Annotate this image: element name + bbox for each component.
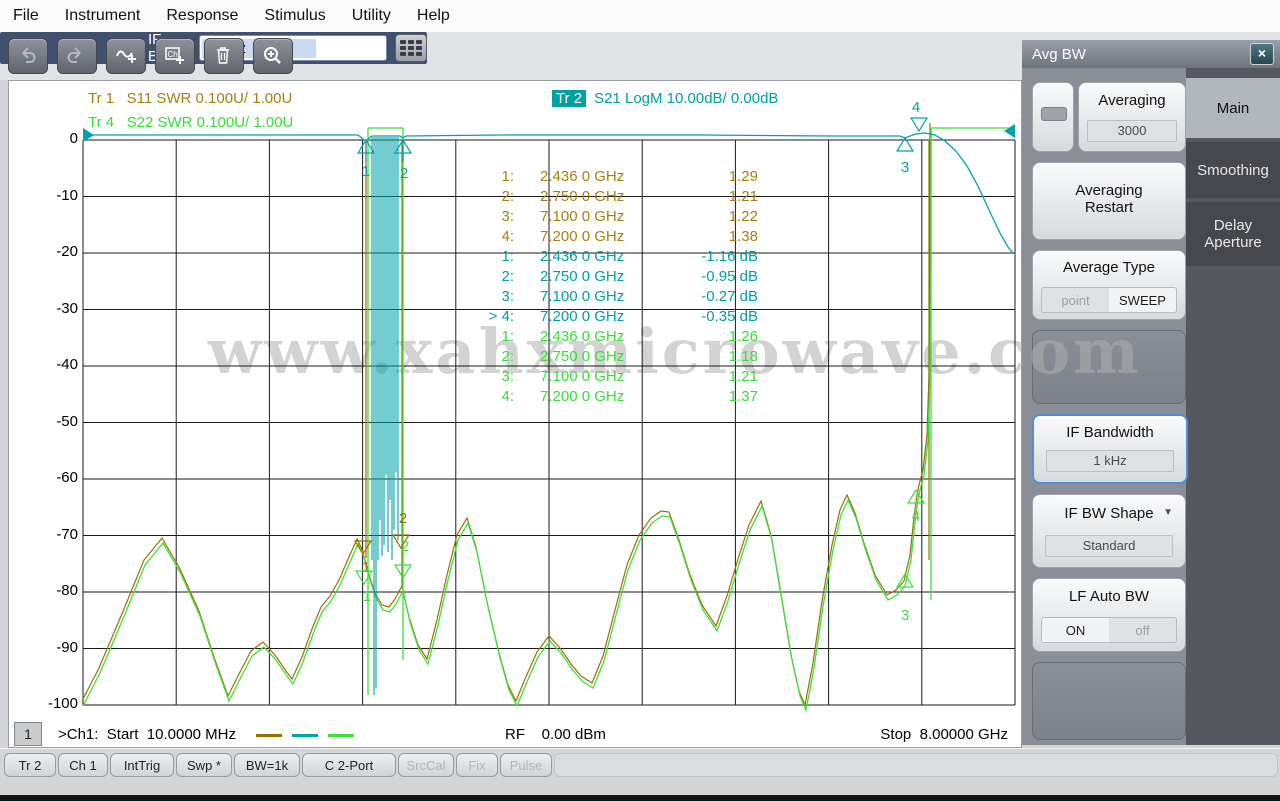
status-pulse[interactable]: Pulse <box>500 753 552 777</box>
y-tick-label: -10 <box>56 186 78 204</box>
panel-tab-column: Main Smoothing Delay Aperture <box>1186 68 1280 745</box>
averaging-button[interactable]: Averaging 3000 <box>1078 82 1186 152</box>
lf-auto-bw-button[interactable]: LF Auto BW ON off <box>1032 578 1186 652</box>
if-bw-shape-value: Standard <box>1045 535 1173 557</box>
menu-instrument[interactable]: Instrument <box>52 0 154 31</box>
status-ch-1[interactable]: Ch 1 <box>58 753 108 777</box>
channel-rf-text: RF 0.00 dBm <box>505 726 606 743</box>
panel-title: Avg BW <box>1032 45 1086 63</box>
tab-main[interactable]: Main <box>1186 78 1280 138</box>
blank-slot-2 <box>1032 662 1186 740</box>
marker-readout-row: 4: 7.200 0 GHz 1.37 <box>501 388 758 405</box>
y-tick-label: 0 <box>69 130 78 147</box>
trace1-line-sample <box>256 734 282 737</box>
lf-auto-bw-on[interactable]: ON <box>1042 618 1109 642</box>
zoom-icon[interactable] <box>253 38 293 74</box>
menu-bar: File Instrument Response Stimulus Utility Hel… <box>0 0 1280 32</box>
menu-stimulus[interactable]: Stimulus <box>251 0 338 31</box>
avg-bw-panel: Avg BW × Main Smoothing Delay Aperture A… <box>1022 40 1280 745</box>
undo-icon[interactable] <box>8 38 48 74</box>
trace4-line-sample <box>328 734 354 737</box>
menu-help[interactable]: Help <box>404 0 463 31</box>
trace4-legend[interactable]: Tr 4 S22 SWR 0.100U/ 1.00U <box>88 114 293 131</box>
average-type-sweep[interactable]: SWEEP <box>1109 288 1176 312</box>
y-tick-label: -40 <box>56 356 78 373</box>
active-trace-badge: Tr 2 <box>552 90 587 107</box>
status-empty-field <box>554 753 1278 777</box>
average-type-point[interactable]: point <box>1042 288 1109 312</box>
marker-readout-row: 2: 2.750 0 GHz 1.18 <box>501 348 758 365</box>
marker-readout-row: 3: 7.100 0 GHz 1.21 <box>501 368 758 385</box>
status-swp-[interactable]: Swp * <box>176 753 232 777</box>
status-bar: Tr 2 Ch 1 IntTrig Swp * BW=1k C 2-Port SrcCal F… <box>0 748 1280 802</box>
status-srccal[interactable]: SrcCal <box>398 753 454 777</box>
trace2-line-sample <box>292 734 318 737</box>
chevron-down-icon: ▼ <box>1163 507 1173 518</box>
marker-readout-row: 3: 7.100 0 GHz 1.22 <box>501 208 758 225</box>
tab-delay-aperture[interactable]: Delay Aperture <box>1186 202 1280 266</box>
marker-readout-row: 1: 2.436 0 GHz 1.29 <box>501 168 758 185</box>
y-tick-label: -100 <box>47 695 78 712</box>
channel-stop-text: Stop 8.00000 GHz <box>880 726 1008 743</box>
marker-readout-row: 4: 7.200 0 GHz 1.38 <box>501 228 758 245</box>
averaging-restart-button[interactable]: Averaging Restart <box>1032 162 1186 240</box>
trace1-legend[interactable]: Tr 1 S11 SWR 0.100U/ 1.00U <box>88 90 292 107</box>
y-tick-label: -60 <box>56 469 78 486</box>
blank-slot-1 <box>1032 330 1186 404</box>
average-type-button[interactable]: Average Type point SWEEP <box>1032 250 1186 320</box>
panel-header: Avg BW × <box>1022 40 1280 68</box>
window-bottom-edge <box>0 795 1280 801</box>
channel-tab[interactable]: 1 <box>14 722 42 746</box>
lf-auto-bw-segmented[interactable]: ON off <box>1041 617 1177 643</box>
marker-readout-row: 2: 2.750 0 GHz 1.21 <box>501 188 758 205</box>
average-type-segmented[interactable]: point SWEEP <box>1041 287 1177 313</box>
marker-readout-row: 3: 7.100 0 GHz -0.27 dB <box>501 288 758 305</box>
marker-readout-row: 1: 2.436 0 GHz 1.26 <box>501 328 758 345</box>
close-icon[interactable]: × <box>1250 43 1274 65</box>
svg-text:Ch: Ch <box>168 50 178 59</box>
status-c-2-port[interactable]: C 2-Port <box>302 753 396 777</box>
marker-readout-row: 1: 2.436 0 GHz -1.16 dB <box>501 248 758 265</box>
status-tr-2[interactable]: Tr 2 <box>4 753 56 777</box>
status-fix[interactable]: Fix <box>456 753 498 777</box>
menu-utility[interactable]: Utility <box>339 0 404 31</box>
status-inttrig[interactable]: IntTrig <box>110 753 174 777</box>
redo-icon[interactable] <box>57 38 97 74</box>
y-tick-label: -50 <box>56 412 78 430</box>
y-tick-label: -20 <box>56 243 78 260</box>
menu-response[interactable]: Response <box>153 0 251 31</box>
if-bw-shape-button[interactable]: IF BW Shape ▼ Standard <box>1032 494 1186 568</box>
status-bw-1k[interactable]: BW=1k <box>234 753 300 777</box>
menu-file[interactable]: File <box>0 0 52 31</box>
tab-smoothing[interactable]: Smoothing <box>1186 142 1280 198</box>
y-tick-label: -80 <box>56 582 78 599</box>
keypad-icon[interactable] <box>395 34 428 62</box>
if-bandwidth-value: 1 kHz <box>1046 450 1174 472</box>
add-channel-icon[interactable]: Ch <box>155 38 195 74</box>
add-trace-icon[interactable] <box>106 38 146 74</box>
y-tick-label: -30 <box>56 299 78 317</box>
y-tick-label: -70 <box>56 525 78 543</box>
channel-start-text: >Ch1: Start 10.0000 MHz <box>58 726 237 743</box>
averaging-toggle-button[interactable] <box>1032 82 1074 152</box>
trace2-legend[interactable]: Tr 2 S21 LogM 10.00dB/ 0.00dB <box>552 90 778 107</box>
if-bandwidth-button[interactable]: IF Bandwidth 1 kHz <box>1032 414 1188 484</box>
delete-icon[interactable] <box>204 38 244 74</box>
marker-readout-row: 2: 2.750 0 GHz -0.95 dB <box>501 268 758 285</box>
lf-auto-bw-off[interactable]: off <box>1109 618 1176 642</box>
averaging-value: 3000 <box>1087 120 1177 142</box>
toggle-slot <box>1041 107 1067 121</box>
marker-readout-row: > 4: 7.200 0 GHz -0.35 dB <box>488 308 758 325</box>
y-tick-label: -90 <box>56 638 78 656</box>
